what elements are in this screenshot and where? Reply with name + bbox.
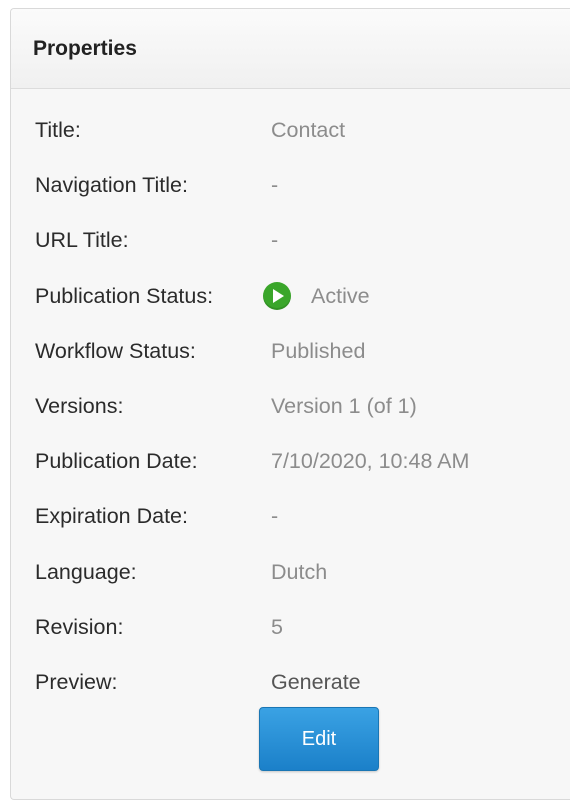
publication-status-value: Active [311, 283, 370, 308]
navigation-title-value: - [271, 173, 279, 198]
property-row-publication-status: Publication Status: Active [35, 276, 570, 331]
revision-value: 5 [271, 614, 283, 639]
property-row-workflow-status: Workflow Status: Published [35, 331, 570, 386]
versions-value: Version 1 (of 1) [271, 393, 417, 418]
property-row-versions: Versions: Version 1 (of 1) [35, 386, 570, 441]
properties-list: Title: Contact Navigation Title: - URL T… [35, 110, 570, 717]
publication-status-label: Publication Status: [35, 283, 214, 308]
title-value: Contact [271, 118, 346, 142]
property-row-language: Language: Dutch [35, 552, 570, 607]
expiration-date-label: Expiration Date: [35, 504, 188, 529]
expiration-date-value: - [271, 504, 279, 529]
edit-action-area: Edit [259, 707, 379, 771]
publication-date-value: 7/10/2020, 10:48 AM [271, 449, 470, 474]
language-label: Language: [35, 559, 137, 584]
generate-preview-link[interactable]: Generate [271, 662, 361, 702]
property-row-expiration-date: Expiration Date: - [35, 496, 570, 551]
property-row-url-title: URL Title: - [35, 220, 570, 275]
property-row-publication-date: Publication Date: 7/10/2020, 10:48 AM [35, 441, 570, 496]
url-title-value: - [271, 228, 279, 253]
edit-button[interactable]: Edit [259, 707, 379, 771]
url-title-label: URL Title: [35, 228, 129, 253]
language-value: Dutch [271, 559, 328, 584]
play-icon [263, 281, 291, 310]
preview-label: Preview: [35, 669, 118, 694]
navigation-title-label: Navigation Title: [35, 173, 188, 198]
workflow-status-label: Workflow Status: [35, 338, 196, 363]
revision-label: Revision: [35, 614, 124, 639]
properties-panel: Properties Title: Contact Navigation Tit… [10, 8, 570, 800]
publication-date-label: Publication Date: [35, 449, 198, 474]
workflow-status-value: Published [271, 338, 366, 363]
property-row-revision: Revision: 5 [35, 607, 570, 662]
panel-title: Properties [33, 36, 137, 60]
property-row-navigation-title: Navigation Title: - [35, 165, 570, 220]
versions-label: Versions: [35, 393, 124, 418]
title-label: Title: [35, 118, 81, 142]
panel-header: Properties [11, 9, 570, 89]
publication-status: Active [263, 276, 370, 316]
property-row-title: Title: Contact [35, 110, 570, 165]
